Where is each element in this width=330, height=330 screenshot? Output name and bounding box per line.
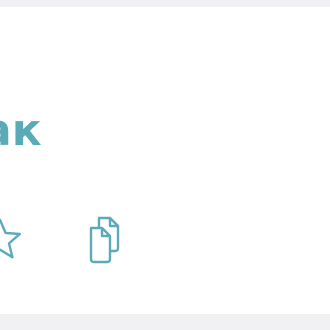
copy-icon [89,216,120,264]
word-heading: ак [0,105,42,156]
favorite-button[interactable] [0,215,34,265]
copy-button[interactable] [84,211,136,271]
star-icon [0,218,21,259]
word-card: ак [0,7,330,314]
